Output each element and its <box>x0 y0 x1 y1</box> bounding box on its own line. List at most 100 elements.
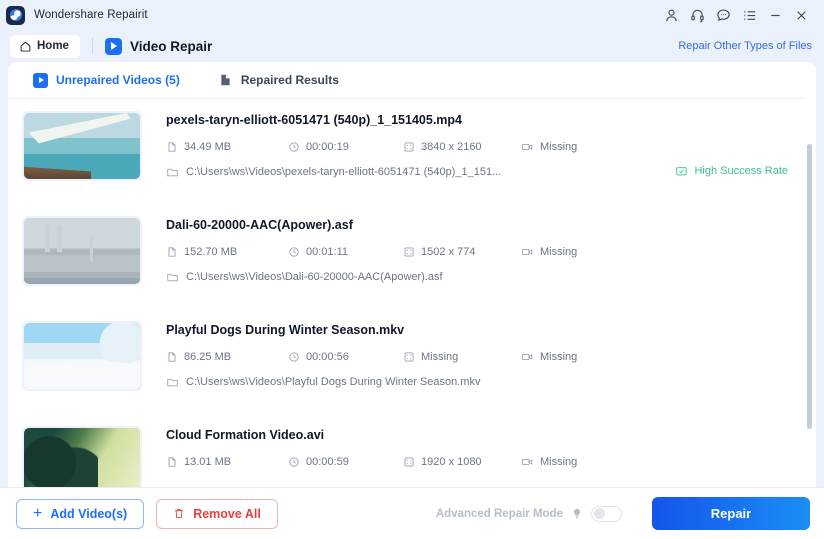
module-label: Video Repair <box>130 39 212 54</box>
add-videos-button[interactable]: + Add Video(s) <box>16 499 144 529</box>
file-icon <box>166 246 178 258</box>
video-camera-icon <box>521 246 534 258</box>
video-camera-icon <box>521 351 534 363</box>
footer-toolbar: + Add Video(s) Remove All Advanced Repai… <box>0 487 824 539</box>
meta-status: Missing <box>521 141 621 153</box>
table-row[interactable]: pexels-taryn-elliott-6051471 (540p)_1_15… <box>8 99 816 204</box>
app-window: Wondershare Repairit <box>0 0 824 539</box>
title-bar: Wondershare Repairit <box>0 0 824 30</box>
success-check-icon <box>675 165 688 177</box>
folder-icon <box>166 166 179 178</box>
video-path: C:\Users\ws\Videos\Dali-60-20000-AAC(Apo… <box>166 271 802 283</box>
video-thumbnail <box>22 321 142 391</box>
video-file-name: Dali-60-20000-AAC(Apower).asf <box>166 218 802 232</box>
meta-duration: 00:00:59 <box>288 456 403 468</box>
titlebar-actions <box>658 3 814 27</box>
clock-icon <box>288 141 300 153</box>
video-details: Playful Dogs During Winter Season.mkv 86… <box>142 321 802 414</box>
video-thumbnail <box>22 111 142 181</box>
video-path-value: C:\Users\ws\Videos\pexels-taryn-elliott-… <box>186 166 501 178</box>
module-video-repair[interactable]: Video Repair <box>105 38 212 55</box>
video-meta: 152.70 MB 00:01:11 <box>166 246 802 258</box>
video-details: Cloud Formation Video.avi 13.01 MB <box>142 426 802 487</box>
table-row[interactable]: Playful Dogs During Winter Season.mkv 86… <box>8 309 816 414</box>
repair-button[interactable]: Repair <box>652 497 810 530</box>
tab-repaired-results-label: Repaired Results <box>241 73 339 87</box>
meta-duration: 00:00:19 <box>288 141 403 153</box>
tab-repaired-results[interactable]: Repaired Results <box>218 62 339 98</box>
video-thumbnail <box>22 216 142 286</box>
clock-icon <box>288 246 300 258</box>
resolution-icon <box>403 351 415 363</box>
tab-unrepaired-videos[interactable]: Unrepaired Videos (5) <box>33 62 180 98</box>
file-icon <box>166 141 178 153</box>
meta-duration-value: 00:00:59 <box>306 456 349 468</box>
trash-icon <box>173 507 185 520</box>
video-icon <box>33 73 48 88</box>
list-scrollbar[interactable] <box>807 144 812 487</box>
meta-duration: 00:01:11 <box>288 246 403 258</box>
meta-status: Missing <box>521 351 621 363</box>
meta-resolution: 3840 x 2160 <box>403 141 521 153</box>
meta-resolution-value: 3840 x 2160 <box>421 141 482 153</box>
toggle-knob <box>594 508 605 519</box>
meta-status-value: Missing <box>540 246 577 258</box>
video-camera-icon <box>521 141 534 153</box>
meta-status-value: Missing <box>540 351 577 363</box>
meta-duration-value: 00:01:11 <box>306 246 348 258</box>
video-path-value: C:\Users\ws\Videos\Playful Dogs During W… <box>186 376 480 388</box>
video-file-name: Playful Dogs During Winter Season.mkv <box>166 323 802 337</box>
nav-divider <box>92 38 93 54</box>
meta-size: 152.70 MB <box>166 246 288 258</box>
tab-unrepaired-videos-label: Unrepaired Videos (5) <box>56 73 180 87</box>
video-file-name: pexels-taryn-elliott-6051471 (540p)_1_15… <box>166 113 802 127</box>
advanced-repair-mode[interactable]: Advanced Repair Mode <box>436 506 622 522</box>
table-row[interactable]: Cloud Formation Video.avi 13.01 MB <box>8 414 816 487</box>
repair-other-files-link[interactable]: Repair Other Types of Files <box>678 40 812 52</box>
video-meta: 86.25 MB 00:00:56 <box>166 351 802 363</box>
account-icon[interactable] <box>658 3 684 27</box>
clock-icon <box>288 456 300 468</box>
resolution-icon <box>403 456 415 468</box>
app-logo-icon <box>6 6 25 25</box>
document-icon <box>218 72 233 88</box>
meta-status: Missing <box>521 246 621 258</box>
resolution-icon <box>403 246 415 258</box>
advanced-repair-mode-label: Advanced Repair Mode <box>436 508 563 520</box>
close-icon[interactable] <box>788 3 814 27</box>
scrollbar-thumb[interactable] <box>807 144 812 429</box>
table-row[interactable]: Dali-60-20000-AAC(Apower).asf 152.70 MB <box>8 204 816 309</box>
lightbulb-icon[interactable] <box>571 507 583 520</box>
meta-size-value: 86.25 MB <box>184 351 231 363</box>
meta-size: 13.01 MB <box>166 456 288 468</box>
resolution-icon <box>403 141 415 153</box>
menu-list-icon[interactable] <box>736 3 762 27</box>
nav-bar: Home Video Repair Repair Other Types of … <box>0 30 824 62</box>
clock-icon <box>288 351 300 363</box>
home-button[interactable]: Home <box>10 35 80 58</box>
video-thumbnail <box>22 426 142 487</box>
remove-all-label: Remove All <box>193 507 261 521</box>
home-icon <box>19 40 32 53</box>
content-card: Unrepaired Videos (5) Repaired Results <box>8 62 816 487</box>
meta-resolution: Missing <box>403 351 521 363</box>
minimize-icon[interactable] <box>762 3 788 27</box>
meta-status-value: Missing <box>540 456 577 468</box>
remove-all-button[interactable]: Remove All <box>156 499 278 529</box>
support-headset-icon[interactable] <box>684 3 710 27</box>
meta-status: Missing <box>521 456 621 468</box>
video-path: C:\Users\ws\Videos\Playful Dogs During W… <box>166 376 802 388</box>
meta-resolution: 1920 x 1080 <box>403 456 521 468</box>
advanced-repair-toggle[interactable] <box>591 506 622 522</box>
add-videos-label: Add Video(s) <box>50 507 127 521</box>
folder-icon <box>166 376 179 388</box>
meta-duration-value: 00:00:19 <box>306 141 349 153</box>
home-button-label: Home <box>37 40 69 52</box>
meta-size: 34.49 MB <box>166 141 288 153</box>
feedback-chat-icon[interactable] <box>710 3 736 27</box>
repair-button-label: Repair <box>711 506 751 521</box>
plus-icon: + <box>33 506 42 522</box>
meta-duration-value: 00:00:56 <box>306 351 349 363</box>
video-file-name: Cloud Formation Video.avi <box>166 428 802 442</box>
meta-resolution: 1502 x 774 <box>403 246 521 258</box>
